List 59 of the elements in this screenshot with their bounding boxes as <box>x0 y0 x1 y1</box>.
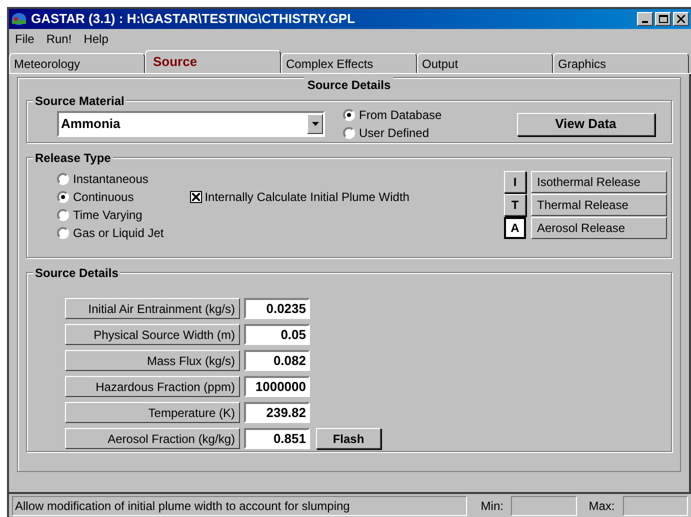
release-mode-label: Isothermal Release <box>531 171 667 193</box>
release-mode-label: Thermal Release <box>531 194 667 216</box>
min-label: Min: <box>480 498 504 514</box>
radio-button[interactable] <box>57 227 69 239</box>
value-field[interactable]: 0.0235 <box>244 298 310 319</box>
check-mark-icon <box>192 193 200 201</box>
caret-icon <box>312 122 318 126</box>
menu-item[interactable]: Help <box>84 30 108 48</box>
value-field[interactable]: 0.082 <box>244 350 310 371</box>
field-label: Physical Source Width (m) <box>65 324 240 345</box>
minimize-button[interactable] <box>637 12 653 26</box>
material-dropdown[interactable]: Ammonia <box>57 111 325 137</box>
checkbox-label: Internally Calculate Initial Plume Width <box>204 191 410 204</box>
tab[interactable]: Complex Effects <box>281 53 417 73</box>
value-field[interactable]: 0.851 <box>244 428 310 449</box>
release-mode-label: Aerosol Release <box>531 217 667 239</box>
field-label: Mass Flux (kg/s) <box>65 350 240 371</box>
radio-label: Gas or Liquid Jet <box>73 225 164 242</box>
radio-label: Instantaneous <box>73 171 148 188</box>
value-field[interactable]: 0.05 <box>244 324 310 345</box>
flash-button[interactable]: Flash <box>316 428 381 449</box>
field-label: Initial Air Entrainment (kg/s) <box>65 298 240 319</box>
radio-label: Time Varying <box>73 207 142 224</box>
minimize-icon <box>642 21 648 23</box>
close-button[interactable] <box>673 12 689 26</box>
field-label: Temperature (K) <box>65 402 240 423</box>
radio-button[interactable] <box>343 127 355 139</box>
radio-button[interactable] <box>57 173 69 185</box>
menu-item[interactable]: Run! <box>46 30 72 48</box>
tab[interactable]: Source <box>145 50 281 73</box>
radio-button[interactable] <box>57 191 69 203</box>
release-mode-button[interactable]: A <box>504 217 526 239</box>
radio-button[interactable] <box>343 109 355 121</box>
value-field[interactable]: 1000000 <box>244 376 310 397</box>
app-icon <box>11 12 27 26</box>
radio-label: From Database <box>359 107 442 124</box>
status-message: Allow modification of initial plume width to account for slumping <box>12 496 467 516</box>
checkbox[interactable] <box>190 191 202 203</box>
radio-label: User Defined <box>359 125 430 142</box>
radio-button[interactable] <box>57 209 69 221</box>
release-mode-button[interactable]: I <box>504 171 526 193</box>
menu-item[interactable]: File <box>15 30 34 48</box>
maximize-button[interactable] <box>655 12 671 26</box>
release-mode-button[interactable]: T <box>504 194 526 216</box>
view-data-button[interactable]: View Data <box>516 112 655 136</box>
field-label: Hazardous Fraction (ppm) <box>65 376 240 397</box>
tab[interactable]: Meteorology <box>9 53 145 73</box>
maximize-icon <box>658 15 668 23</box>
radio-label: Continuous <box>73 189 134 206</box>
dropdown-button[interactable] <box>307 114 323 134</box>
window-title: GASTAR (3.1) : H:\GASTAR\TESTING\CTHISTRY.GPL <box>31 10 356 28</box>
tab[interactable]: Output <box>417 53 553 73</box>
value-field[interactable]: 239.82 <box>244 402 310 423</box>
field-label: Aerosol Fraction (kg/kg) <box>65 428 240 449</box>
max-label: Max: <box>588 498 615 514</box>
max-field <box>622 496 688 516</box>
close-icon <box>677 15 685 23</box>
min-field <box>511 496 577 516</box>
tab[interactable]: Graphics <box>553 53 689 73</box>
